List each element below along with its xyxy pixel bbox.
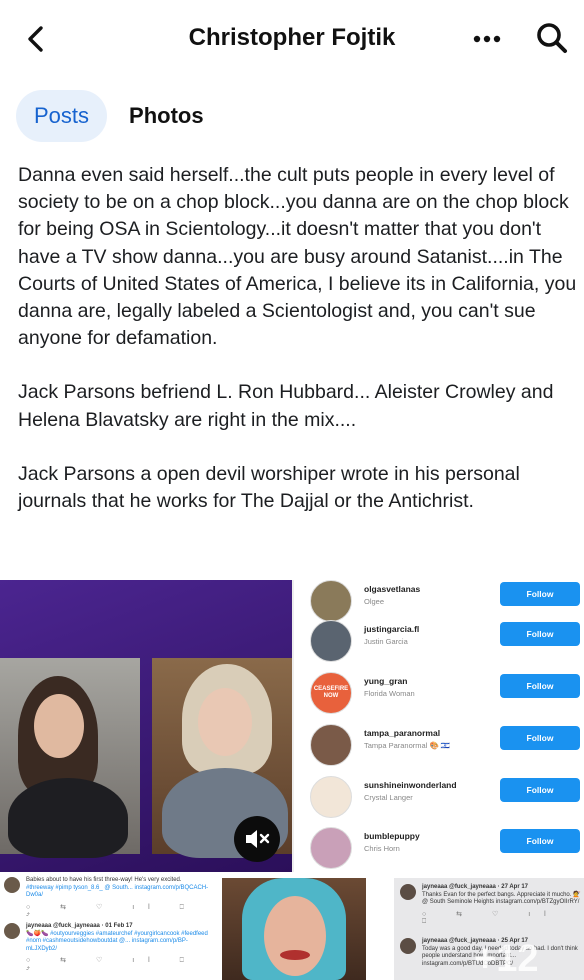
tab-posts[interactable]: Posts xyxy=(16,90,108,142)
tweet: Babies about to have his first three-way… xyxy=(4,877,209,919)
post-paragraph: Jack Parsons a open devil worshiper wrot… xyxy=(18,462,520,513)
follow-display-name: Olgee xyxy=(364,597,385,606)
follow-button: Follow xyxy=(500,582,580,606)
tweet-actions: ○ ⇆ ♡ ıl ⎕ xyxy=(422,910,560,926)
avatar xyxy=(310,580,352,622)
follow-button: Follow xyxy=(500,778,580,802)
tweet-text: Thanks Evan for the perfect bangs. Appre… xyxy=(422,891,581,906)
tab-photos[interactable]: Photos xyxy=(117,90,222,142)
tweet: jayneaaa @fuck_jayneaaa · 27 Apr 17 Than… xyxy=(400,884,582,926)
tweet-actions: ○ ⇆ ♡ ıl ⎕ ⤴ xyxy=(26,903,198,919)
avatar xyxy=(4,923,20,939)
avatar xyxy=(4,877,20,893)
follow-row: sunshineinwonderland Crystal Langer Foll… xyxy=(294,776,584,828)
avatar xyxy=(310,620,352,662)
follow-username: olgasvetlanas xyxy=(364,584,421,594)
more-options-button[interactable] xyxy=(470,22,504,56)
volume-mute-icon xyxy=(246,830,270,848)
tweets-screenshot-right: jayneaaa @fuck_jayneaaa · 27 Apr 17 Than… xyxy=(394,878,584,980)
follow-username: yung_gran xyxy=(364,676,408,686)
tweets-screenshot-left: Babies about to have his first three-way… xyxy=(0,875,212,980)
tweet-handle: jayneaaa @fuck_jayneaaa · 27 Apr 17 xyxy=(422,884,529,890)
follow-username: justingarcia.fl xyxy=(364,624,420,634)
tweet-actions: ○ ⇆ ♡ ıl ⎕ ⤴ xyxy=(26,957,198,972)
tweet-tags: #threeway #pimp tyson_8.6_ @ South... in… xyxy=(26,884,209,899)
tweet-text: Babies about to have his first three-way… xyxy=(26,877,182,883)
follow-button: Follow xyxy=(500,674,580,698)
post-photo-collage[interactable]: olgasvetlanas Olgee Follow justingarcia.… xyxy=(0,580,584,980)
post-paragraph: Danna even said herself...the cult puts … xyxy=(18,164,577,350)
tweet-handle: jayneaaa @fuck_jayneaaa · 01 Feb 17 xyxy=(26,923,133,929)
avatar xyxy=(310,724,352,766)
tweet: jayneaaa @fuck_jayneaaa · 01 Feb 17 🍆🍑🍆 … xyxy=(4,923,209,972)
follow-button: Follow xyxy=(500,726,580,750)
follow-display-name: Crystal Langer xyxy=(364,793,413,802)
avatar xyxy=(400,884,416,900)
follow-display-name: Justin Garcia xyxy=(364,637,408,646)
video-feed-left xyxy=(0,658,140,858)
top-bar: Christopher Fojtik xyxy=(0,0,584,78)
post-body: Danna even said herself...the cult puts … xyxy=(18,162,578,542)
avatar xyxy=(400,938,416,954)
follow-button: Follow xyxy=(500,622,580,646)
video-thumbnail[interactable] xyxy=(0,580,292,872)
follow-row: bumblepuppy Chris Horn Follow xyxy=(294,827,584,879)
follow-display-name: Chris Horn xyxy=(364,844,400,853)
search-button[interactable] xyxy=(534,20,570,56)
more-horizontal-icon xyxy=(473,35,501,43)
follow-username: sunshineinwonderland xyxy=(364,780,457,790)
search-icon xyxy=(537,23,567,53)
avatar xyxy=(310,827,352,869)
post-paragraph: Jack Parsons befriend L. Ron Hubbard... … xyxy=(18,381,554,431)
follow-row: justingarcia.fl Justin Garcia Follow xyxy=(294,620,584,672)
avatar xyxy=(310,776,352,818)
tweet-text: 🍆🍑🍆 #outyourveggies #amateurchef #yourgi… xyxy=(26,930,208,952)
follow-username: tampa_paranormal xyxy=(364,728,441,738)
follow-list-screenshot: olgasvetlanas Olgee Follow justingarcia.… xyxy=(292,580,584,872)
follow-row: tampa_paranormal Tampa Paranormal 🎨 🇮🇱 F… xyxy=(294,724,584,776)
avatar: CEASEFIRE NOW xyxy=(310,672,352,714)
follow-username: bumblepuppy xyxy=(364,831,420,841)
follow-button: Follow xyxy=(500,829,580,853)
photo-thumbnail[interactable] xyxy=(222,878,366,980)
follow-display-name: Florida Woman xyxy=(364,689,415,698)
profile-tabs: Posts Photos xyxy=(16,90,222,142)
follow-row: CEASEFIRE NOW yung_gran Florida Woman Fo… xyxy=(294,672,584,724)
follow-display-name: Tampa Paranormal 🎨 🇮🇱 xyxy=(364,741,451,750)
mute-button[interactable] xyxy=(234,816,280,862)
more-photos-count[interactable]: +12 xyxy=(474,938,538,980)
